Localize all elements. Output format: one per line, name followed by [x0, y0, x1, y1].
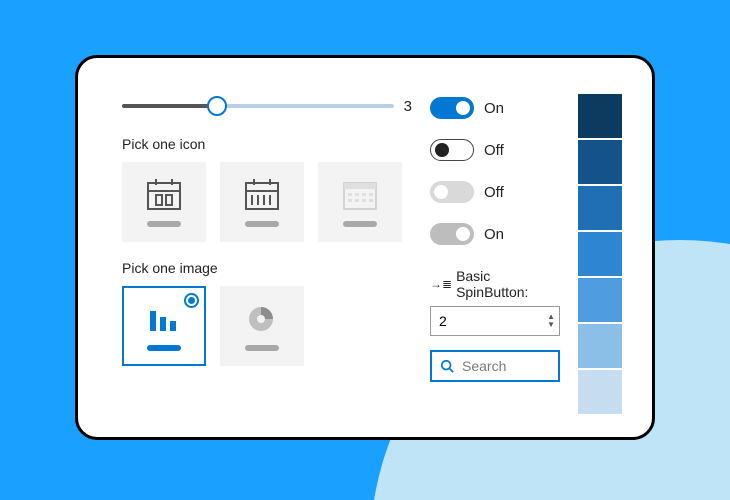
image-tile-pie-chart[interactable] — [220, 286, 304, 366]
icon-tile-calendar-1[interactable] — [122, 162, 206, 242]
swatch-2[interactable] — [578, 186, 622, 230]
slider-thumb[interactable] — [207, 96, 227, 116]
toggle-row-1: On — [430, 94, 560, 122]
bar-chart-icon — [146, 301, 182, 335]
search-placeholder: Search — [462, 358, 506, 374]
toggle-3[interactable] — [430, 181, 474, 203]
slider-value: 3 — [404, 98, 412, 115]
image-tile-bar-chart[interactable] — [122, 286, 206, 366]
swatch-3[interactable] — [578, 232, 622, 276]
toggle-row-2: Off — [430, 136, 560, 164]
toggle-knob — [456, 101, 470, 115]
search-icon — [440, 359, 454, 373]
indent-icon: →≣ — [430, 277, 452, 291]
slider[interactable] — [122, 104, 394, 108]
icon-tile-calendar-2[interactable] — [220, 162, 304, 242]
demo-card: 3 Pick one icon — [75, 55, 655, 440]
toggle-4-label: On — [484, 226, 504, 243]
icon-tile-calendar-3[interactable] — [318, 162, 402, 242]
calendar-week-icon — [244, 177, 280, 211]
calendar-grid-icon — [342, 177, 378, 211]
toggle-knob — [435, 143, 449, 157]
tile-underline — [147, 345, 181, 351]
left-column: 3 Pick one icon — [122, 94, 412, 414]
spinbutton-label: Basic SpinButton: — [456, 268, 560, 300]
swatch-0[interactable] — [578, 94, 622, 138]
icon-tile-row — [122, 162, 412, 242]
toggle-row-3: Off — [430, 178, 560, 206]
spinbutton[interactable]: 2 ▲ ▼ — [430, 306, 560, 336]
pick-icon-label: Pick one icon — [122, 136, 412, 152]
toggle-row-4: On — [430, 220, 560, 248]
spinbutton-label-row: →≣ Basic SpinButton: — [430, 268, 560, 300]
toggle-knob — [434, 185, 448, 199]
toggle-1[interactable] — [430, 97, 474, 119]
toggle-4[interactable] — [430, 223, 474, 245]
calendar-day-icon — [146, 177, 182, 211]
swatch-4[interactable] — [578, 278, 622, 322]
spinbutton-steppers[interactable]: ▲ ▼ — [547, 313, 555, 329]
tile-underline — [343, 221, 377, 227]
toggle-2[interactable] — [430, 139, 474, 161]
radio-selected-icon — [184, 293, 199, 308]
tile-underline — [147, 221, 181, 227]
swatch-1[interactable] — [578, 140, 622, 184]
chevron-down-icon[interactable]: ▼ — [547, 321, 555, 329]
toggle-1-label: On — [484, 100, 504, 117]
tile-underline — [245, 221, 279, 227]
swatch-6[interactable] — [578, 370, 622, 414]
middle-column: On Off Off On →≣ Basic SpinButton: 2 — [430, 94, 560, 414]
spinbutton-value: 2 — [439, 313, 447, 329]
pie-chart-icon — [244, 301, 280, 335]
color-palette — [578, 94, 628, 414]
pick-image-label: Pick one image — [122, 260, 412, 276]
toggle-knob — [456, 227, 470, 241]
slider-row: 3 — [122, 94, 412, 118]
tile-underline — [245, 345, 279, 351]
toggle-3-label: Off — [484, 184, 504, 201]
search-input[interactable]: Search — [430, 350, 560, 382]
image-tile-row — [122, 286, 412, 366]
swatch-5[interactable] — [578, 324, 622, 368]
toggle-2-label: Off — [484, 142, 504, 159]
